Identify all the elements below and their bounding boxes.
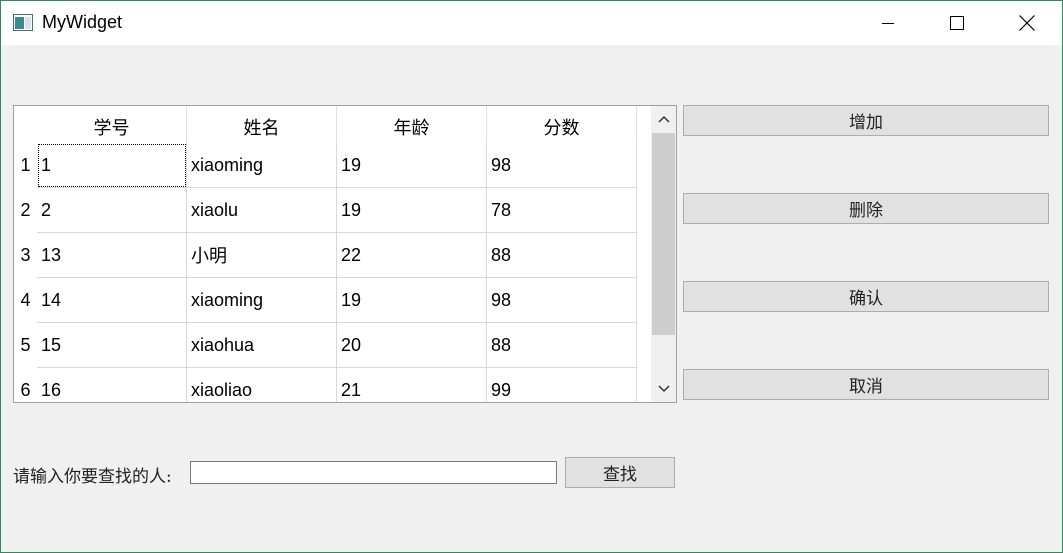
student-table[interactable]: 学号 姓名 年龄 分数 1 2 3 4 5 6 1 xiaoming 19 98…	[13, 105, 677, 403]
table-cell[interactable]: 16	[37, 368, 187, 402]
table-cell[interactable]: xiaohua	[187, 323, 337, 368]
table-cell[interactable]: 19	[337, 143, 487, 188]
table-cell[interactable]: xiaoliao	[187, 368, 337, 402]
table-cell[interactable]: 98	[487, 278, 637, 323]
search-button[interactable]: 查找	[565, 457, 675, 488]
close-button[interactable]	[992, 1, 1062, 45]
column-header-score[interactable]: 分数	[487, 106, 637, 147]
table-cell[interactable]: xiaolu	[187, 188, 337, 233]
table-cell[interactable]: 22	[337, 233, 487, 278]
table-cell[interactable]: 19	[337, 278, 487, 323]
column-header-name[interactable]: 姓名	[187, 106, 337, 147]
maximize-icon	[950, 16, 964, 30]
row-header[interactable]: 6	[14, 368, 37, 402]
scroll-down-button[interactable]	[651, 376, 676, 402]
row-header[interactable]: 1	[14, 143, 37, 188]
chevron-down-icon	[657, 385, 670, 393]
scroll-up-button[interactable]	[651, 106, 676, 132]
row-header[interactable]: 2	[14, 188, 37, 233]
table-cell[interactable]: 1	[37, 143, 187, 188]
main-window: MyWidget 学号 姓名 年龄 分数 1 2 3 4 5 6 1 xiaom…	[0, 0, 1063, 553]
table-cell[interactable]: 13	[37, 233, 187, 278]
table-cell[interactable]: xiaoming	[187, 143, 337, 188]
add-button[interactable]: 增加	[683, 105, 1049, 136]
table-cell[interactable]: 小明	[187, 233, 337, 278]
chevron-up-icon	[657, 115, 670, 123]
table-cell[interactable]: 98	[487, 143, 637, 188]
minimize-icon	[882, 23, 894, 24]
search-input[interactable]	[190, 461, 557, 484]
table-cell[interactable]: 88	[487, 233, 637, 278]
column-header-student-id[interactable]: 学号	[37, 106, 187, 147]
confirm-button[interactable]: 确认	[683, 281, 1049, 312]
app-window-icon	[13, 14, 33, 31]
table-corner	[14, 106, 37, 147]
row-header[interactable]: 4	[14, 278, 37, 323]
row-header[interactable]: 5	[14, 323, 37, 368]
close-icon	[1019, 15, 1035, 31]
window-title: MyWidget	[42, 12, 123, 32]
vertical-scrollbar[interactable]	[651, 106, 676, 402]
table-cell[interactable]: 78	[487, 188, 637, 233]
search-label: 请输入你要查找的人:	[13, 467, 172, 487]
table-cell[interactable]: 99	[487, 368, 637, 402]
column-header-age[interactable]: 年龄	[337, 106, 487, 147]
title-bar[interactable]: MyWidget	[1, 1, 1062, 45]
delete-button[interactable]: 删除	[683, 193, 1049, 224]
row-header[interactable]: 3	[14, 233, 37, 278]
scroll-thumb[interactable]	[652, 133, 675, 335]
table-cell[interactable]: 15	[37, 323, 187, 368]
maximize-button[interactable]	[922, 1, 992, 45]
table-cell[interactable]: 20	[337, 323, 487, 368]
table-cell[interactable]: xiaoming	[187, 278, 337, 323]
table-cell[interactable]: 88	[487, 323, 637, 368]
cancel-button[interactable]: 取消	[683, 369, 1049, 400]
table-cell[interactable]: 2	[37, 188, 187, 233]
table-cell[interactable]: 19	[337, 188, 487, 233]
minimize-button[interactable]	[853, 1, 923, 45]
table-cell[interactable]: 14	[37, 278, 187, 323]
table-cell[interactable]: 21	[337, 368, 487, 402]
